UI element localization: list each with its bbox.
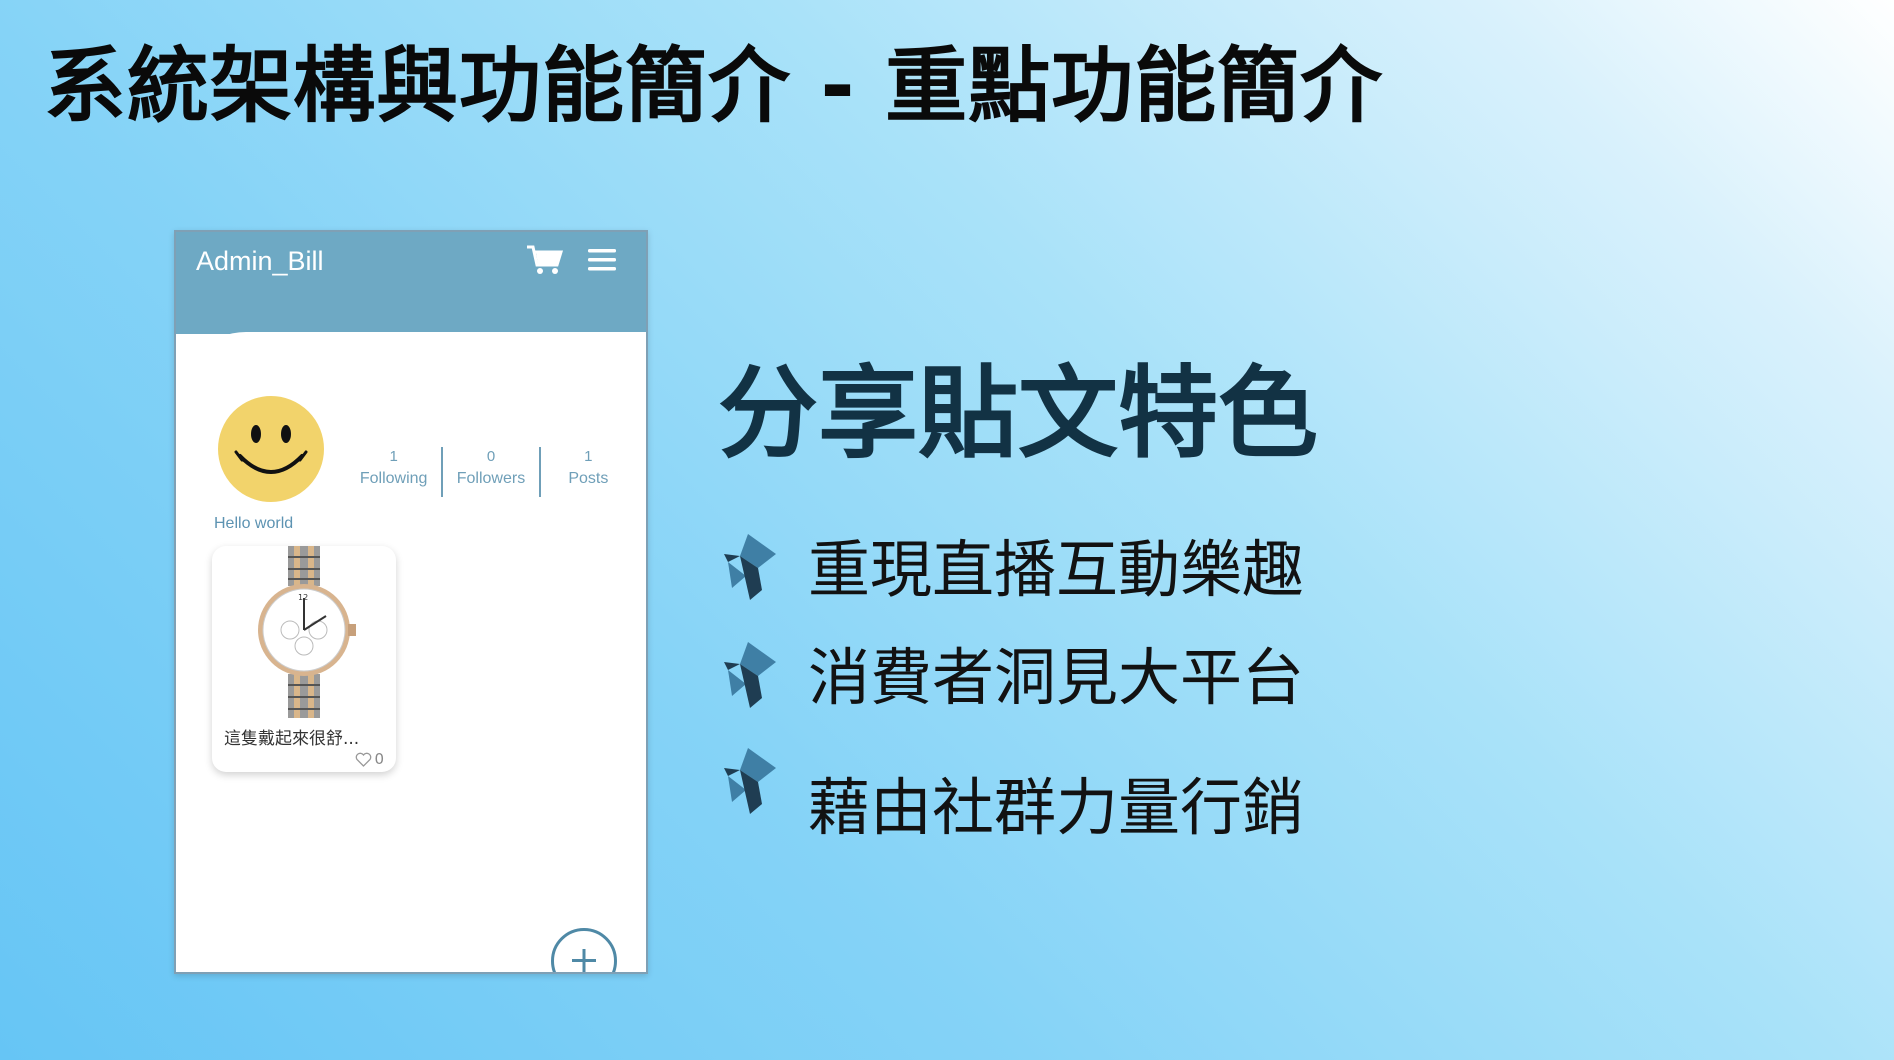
- plus-icon: [572, 949, 596, 972]
- svg-text:12: 12: [298, 593, 308, 602]
- add-post-button[interactable]: [551, 928, 617, 972]
- like-count: 0: [374, 750, 384, 768]
- stat-posts-label: Posts: [568, 470, 609, 487]
- profile-card: 1 Following 0 Followers 1 Posts Hello wo…: [176, 332, 646, 972]
- feature-item: 重現直播互動樂趣: [722, 532, 1422, 612]
- post-caption: 這隻戴起來很舒...: [224, 729, 360, 749]
- stat-posts[interactable]: 1 Posts: [538, 447, 636, 497]
- cart-icon[interactable]: [526, 244, 564, 276]
- avatar[interactable]: [214, 392, 328, 506]
- feature-text: 消費者洞見大平台: [808, 641, 1305, 714]
- phone-mockup: Admin_Bill 1 Following 0 Followers 1 Pos…: [174, 230, 648, 974]
- stat-followers[interactable]: 0 Followers: [441, 447, 538, 497]
- post-card[interactable]: 12 這隻戴起來很舒... 0: [212, 546, 396, 772]
- diamond-bullet-icon: [724, 642, 776, 708]
- app-username: Admin_Bill: [196, 246, 324, 276]
- smiley-face-icon: [234, 425, 308, 474]
- stat-following[interactable]: 1 Following: [346, 447, 441, 497]
- menu-icon[interactable]: [586, 246, 618, 274]
- stat-posts-count: 1: [584, 448, 593, 465]
- feature-item: 消費者洞見大平台: [722, 640, 1422, 720]
- profile-stats: 1 Following 0 Followers 1 Posts: [346, 447, 636, 497]
- feature-text: 藉由社群力量行銷: [808, 771, 1305, 844]
- feature-text: 重現直播互動樂趣: [808, 533, 1305, 606]
- stat-followers-count: 0: [486, 448, 496, 465]
- app-header: Admin_Bill: [176, 232, 646, 334]
- stat-followers-label: Followers: [456, 470, 526, 487]
- diamond-bullet-icon: [724, 534, 776, 600]
- watch-image: 12: [258, 546, 356, 718]
- stat-following-label: Following: [359, 470, 428, 487]
- stat-following-count: 1: [389, 448, 398, 465]
- heart-icon[interactable]: [355, 752, 372, 767]
- feature-item: 藉由社群力量行銷: [722, 746, 1422, 842]
- feature-heading: 分享貼文特色: [718, 354, 1318, 472]
- diamond-bullet-icon: [724, 748, 776, 814]
- post-likes[interactable]: 0: [355, 750, 384, 768]
- slide-title: 系統架構與功能簡介 - 重點功能簡介: [44, 39, 1384, 134]
- profile-bio: Hello world: [214, 515, 294, 532]
